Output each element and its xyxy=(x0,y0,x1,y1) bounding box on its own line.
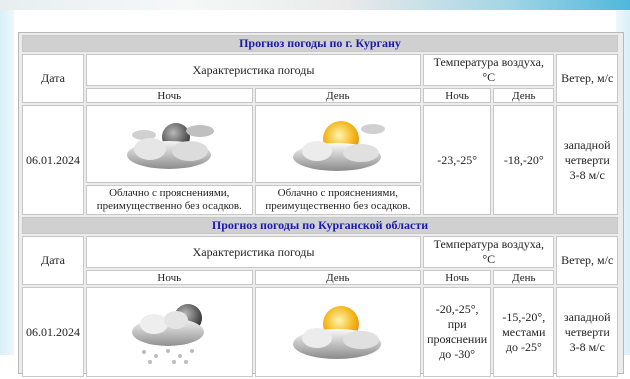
temp-day-value: -18,-20° xyxy=(493,105,555,215)
night-weather-description: Облачно с прояснениями, преимущественно … xyxy=(86,185,253,215)
subheader-day: День xyxy=(254,270,422,285)
subheader-temp-night: Ночь xyxy=(423,270,492,285)
forecast-frame: Прогноз погоды по г. Кургану Дата Характ… xyxy=(18,32,624,377)
header-wind: Ветер, м/с xyxy=(556,54,618,103)
cloud-moon-icon xyxy=(127,123,215,169)
night-weather-image xyxy=(86,287,253,377)
subheader-temp-day: День xyxy=(493,88,555,103)
day-weather-image xyxy=(254,287,422,377)
cloud-sun-icon xyxy=(292,306,381,359)
day-weather-image xyxy=(254,105,422,183)
forecast-date: 06.01.2024 xyxy=(22,287,84,377)
forecast-table: Прогноз погоды по г. Кургану Дата Характ… xyxy=(20,33,620,379)
subheader-temp-night: Ночь xyxy=(423,88,492,103)
forecast-date: 06.01.2024 xyxy=(22,105,84,215)
header-air-temperature: Температура воздуха, °С xyxy=(423,236,555,268)
wind-value: западной четверти 3-8 м/с xyxy=(556,105,618,215)
header-weather-characteristic: Характеристика погоды xyxy=(86,236,422,268)
night-weather-image xyxy=(86,105,253,183)
subheader-day: День xyxy=(254,88,422,103)
header-air-temperature: Температура воздуха, °С xyxy=(423,54,555,86)
temp-night-value: -23,-25° xyxy=(423,105,492,215)
wind-value: западной четверти 3-8 м/с xyxy=(556,287,618,377)
section-title-kurgan: Прогноз погоды по г. Кургану xyxy=(22,35,618,52)
left-decoration xyxy=(0,10,14,355)
top-banner xyxy=(0,0,630,10)
cloud-moon-snow-icon xyxy=(132,304,205,364)
header-weather-characteristic: Характеристика погоды xyxy=(86,54,422,86)
cloud-sun-icon xyxy=(292,121,385,171)
header-wind: Ветер, м/с xyxy=(556,236,618,285)
day-weather-description: Облачно с прояснениями, преимущественно … xyxy=(254,185,422,215)
header-date: Дата xyxy=(22,54,84,103)
subheader-night: Ночь xyxy=(86,88,253,103)
temp-day-value: -15,-20°, местами до -25° xyxy=(493,287,555,377)
subheader-night: Ночь xyxy=(86,270,253,285)
section-title-region: Прогноз погоды по Курганской области xyxy=(22,217,618,234)
header-date: Дата xyxy=(22,236,84,285)
temp-night-value: -20,-25°, при прояснении до -30° xyxy=(423,287,492,377)
subheader-temp-day: День xyxy=(493,270,555,285)
